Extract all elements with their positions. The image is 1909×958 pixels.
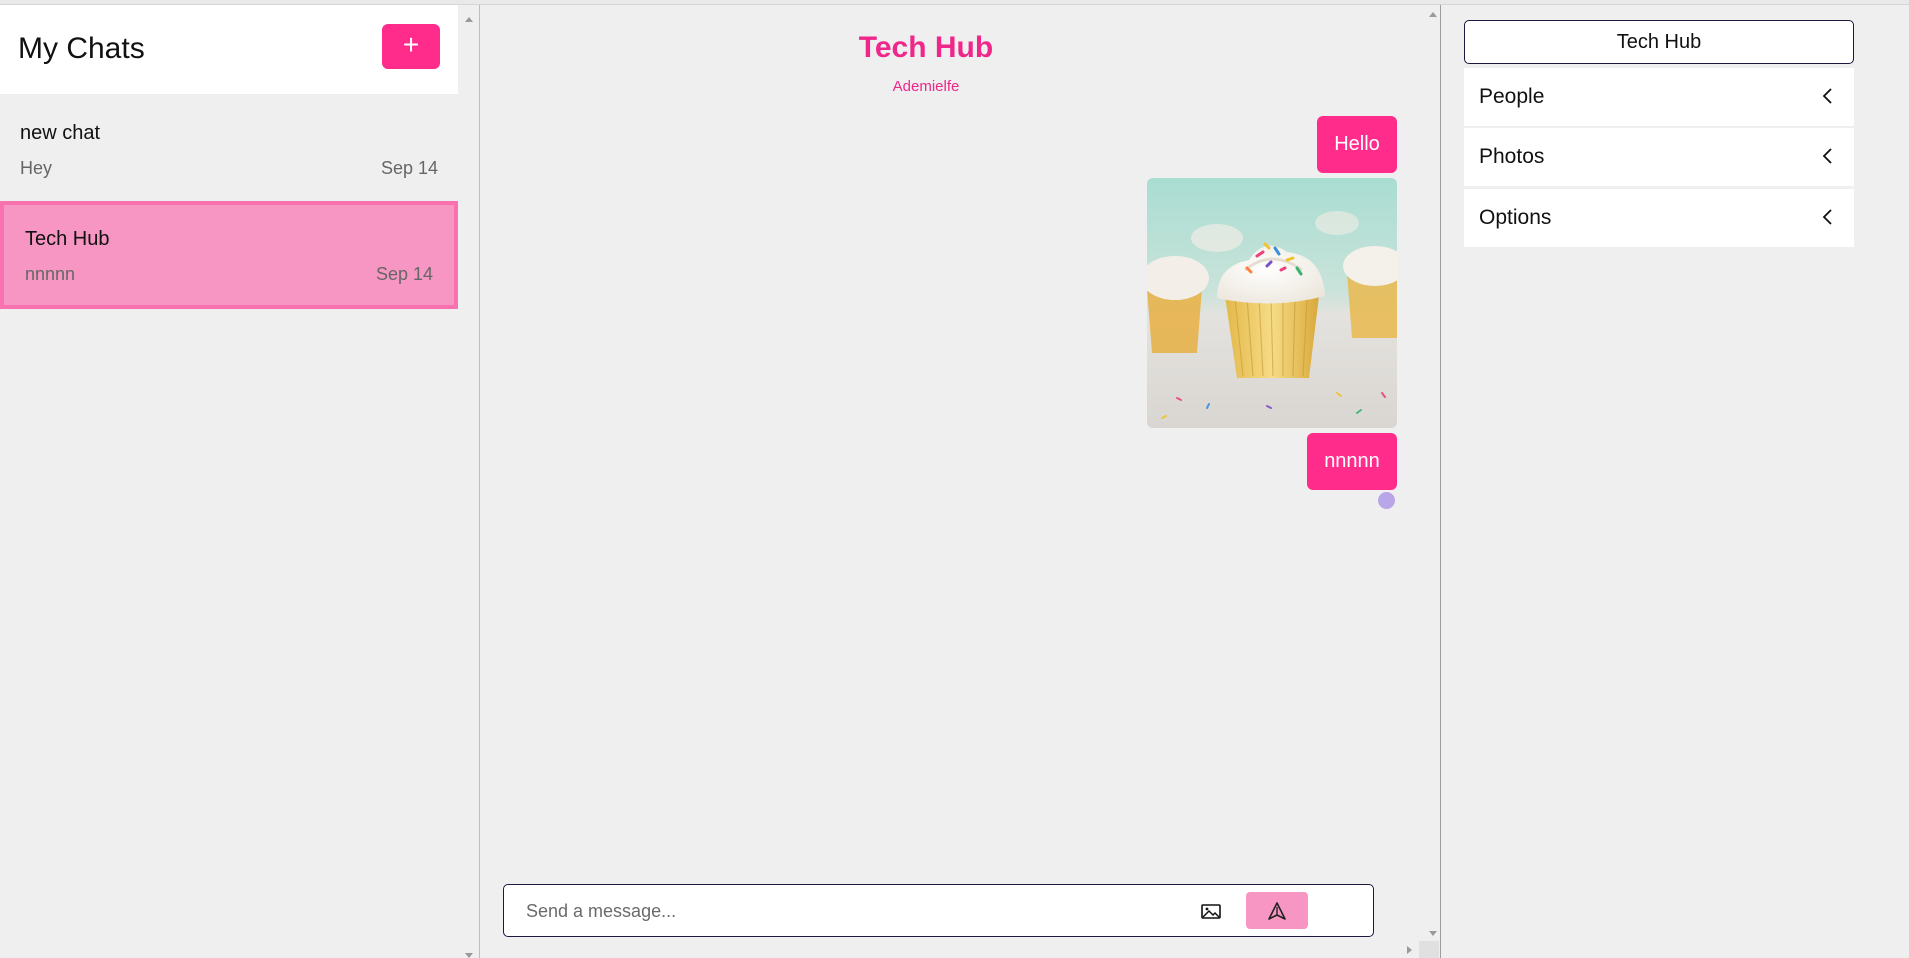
chat-name: Tech Hub xyxy=(25,228,110,250)
chat-list-sidebar: My Chats + new chat Hey Sep 14 Tech Hub … xyxy=(0,5,480,958)
cupcake-photo xyxy=(1147,178,1397,428)
send-button[interactable] xyxy=(1246,892,1308,929)
sidebar-scrollbar[interactable] xyxy=(462,10,476,958)
scroll-down-icon[interactable] xyxy=(1429,931,1437,936)
chevron-left-icon xyxy=(1822,148,1832,164)
chat-details-panel: Tech Hub People Photos Options xyxy=(1442,5,1909,958)
new-chat-button[interactable]: + xyxy=(382,24,440,69)
people-section-toggle[interactable]: People xyxy=(1464,68,1854,126)
image-icon xyxy=(1201,904,1221,919)
section-label: Options xyxy=(1479,206,1552,229)
message-input[interactable] xyxy=(526,898,1186,924)
chat-scrollbar[interactable] xyxy=(1426,5,1440,958)
chat-details-title: Tech Hub xyxy=(1464,20,1854,64)
send-icon xyxy=(1268,902,1286,920)
section-label: People xyxy=(1479,85,1545,108)
chevron-left-icon xyxy=(1822,209,1832,225)
section-label: Photos xyxy=(1479,145,1545,168)
sidebar-title: My Chats xyxy=(18,32,145,65)
options-section-toggle[interactable]: Options xyxy=(1464,189,1854,247)
message-image[interactable] xyxy=(1147,178,1397,428)
chat-subtitle: Ademielfe xyxy=(892,78,960,95)
chevron-left-icon xyxy=(1822,88,1832,104)
message-composer xyxy=(503,884,1374,937)
scroll-up-icon[interactable] xyxy=(465,17,473,22)
sidebar-header: My Chats + xyxy=(0,5,458,94)
message-bubble: Hello xyxy=(1317,116,1397,173)
chat-date: Sep 14 xyxy=(375,264,433,284)
message-bubble: nnnnn xyxy=(1307,433,1397,490)
scroll-right-icon[interactable] xyxy=(1407,946,1412,954)
chat-preview: nnnnn xyxy=(25,264,76,284)
chat-title: Tech Hub xyxy=(858,31,994,64)
chat-horizontal-scrollbar[interactable] xyxy=(481,941,1441,958)
photos-section-toggle[interactable]: Photos xyxy=(1464,128,1854,186)
chat-name: new chat xyxy=(20,122,101,144)
chat-window: Tech Hub Ademielfe Hello nnnnn Send a me… xyxy=(481,5,1441,958)
chat-list-item[interactable]: new chat Hey Sep 14 xyxy=(0,100,458,206)
chat-list-item-selected[interactable]: Tech Hub nnnnn Sep 14 xyxy=(0,201,458,309)
seen-indicator-avatar xyxy=(1378,492,1395,509)
chat-preview: Hey xyxy=(20,158,53,178)
attach-image-button[interactable] xyxy=(1199,899,1223,923)
scroll-up-icon[interactable] xyxy=(1429,12,1437,17)
scroll-down-icon[interactable] xyxy=(465,953,473,958)
chat-date: Sep 14 xyxy=(380,158,438,178)
scrollbar-thumb[interactable] xyxy=(1419,941,1439,958)
